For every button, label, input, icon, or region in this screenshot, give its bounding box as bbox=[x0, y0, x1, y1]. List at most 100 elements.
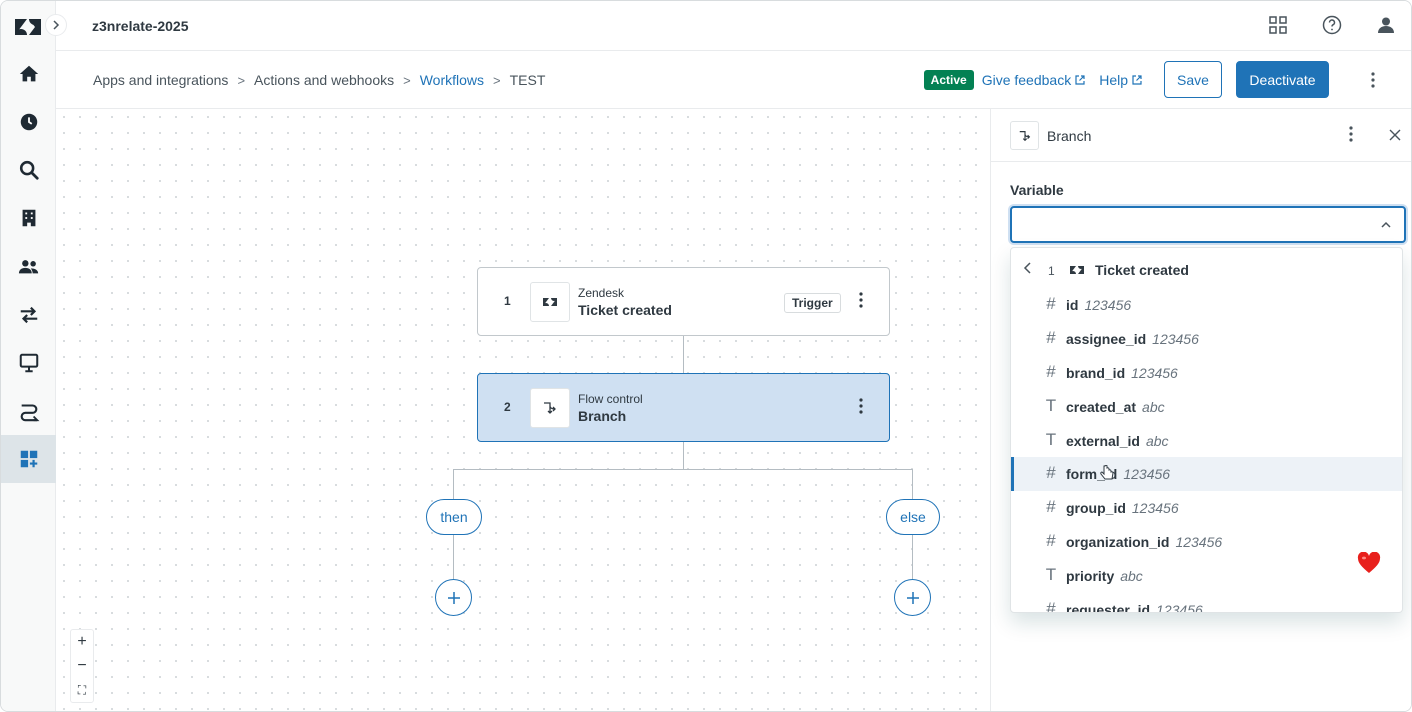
variable-label: Variable bbox=[1010, 182, 1064, 198]
variable-option-form-id[interactable]: # form_id 123456 bbox=[1011, 457, 1402, 491]
variable-select[interactable] bbox=[1010, 206, 1406, 243]
variable-dropdown-menu: 1 Ticket created # id 123456 # assignee_i… bbox=[1010, 247, 1403, 613]
option-example: abc bbox=[1145, 433, 1169, 449]
branch-icon bbox=[530, 388, 570, 428]
give-feedback-link[interactable]: Give feedback bbox=[982, 72, 1086, 88]
user-avatar-icon[interactable] bbox=[1375, 14, 1397, 36]
branch-then-label[interactable]: then bbox=[426, 499, 482, 535]
zendesk-icon bbox=[530, 282, 570, 322]
top-header: z3nrelate-2025 bbox=[56, 1, 1411, 51]
zoom-in-button[interactable]: + bbox=[71, 630, 93, 654]
option-example: 123456 bbox=[1156, 602, 1203, 613]
variable-option-priority[interactable]: T priority abc bbox=[1011, 559, 1402, 593]
breadcrumb-apps-integrations[interactable]: Apps and integrations bbox=[93, 72, 228, 88]
option-example: 123456 bbox=[1175, 534, 1223, 550]
variable-option-id[interactable]: # id 123456 bbox=[1011, 288, 1402, 322]
left-nav bbox=[1, 1, 56, 711]
option-name: assignee_id bbox=[1066, 331, 1147, 347]
users-icon bbox=[18, 260, 38, 274]
workflow-canvas[interactable]: 1 Zendesk Ticket created Trigger 2 Flow … bbox=[56, 109, 990, 711]
help-icon[interactable] bbox=[1321, 14, 1343, 36]
option-name: group_id bbox=[1066, 500, 1126, 516]
nav-workspaces[interactable] bbox=[1, 339, 56, 387]
nav-search[interactable] bbox=[1, 146, 56, 194]
kebab-icon bbox=[1371, 71, 1375, 88]
number-type-icon: # bbox=[1046, 497, 1056, 516]
step-options-button[interactable] bbox=[859, 292, 863, 311]
routing-icon bbox=[20, 404, 39, 422]
breadcrumb-workflows[interactable]: Workflows bbox=[420, 72, 484, 88]
workflow-step-2[interactable]: 2 Flow control Branch bbox=[477, 373, 890, 442]
product-tray-icon[interactable] bbox=[1267, 14, 1289, 36]
option-example: 123456 bbox=[1084, 297, 1132, 313]
expand-nav-button[interactable] bbox=[45, 14, 67, 36]
nav-routing[interactable] bbox=[1, 387, 56, 435]
variable-option-created-at[interactable]: T created_at abc bbox=[1011, 390, 1402, 424]
nav-integrations[interactable] bbox=[1, 291, 56, 339]
heart-icon bbox=[1357, 552, 1381, 573]
variable-option-requester-id[interactable]: # requester_id 123456 bbox=[1011, 593, 1402, 613]
variable-option-external-id[interactable]: T external_id abc bbox=[1011, 424, 1402, 458]
panel-close-button[interactable] bbox=[1389, 128, 1401, 144]
connector-line bbox=[683, 442, 684, 469]
fit-view-button[interactable]: ⛶ bbox=[71, 678, 93, 702]
option-name: organization_id bbox=[1066, 534, 1170, 550]
variable-option-group-id[interactable]: # group_id 123456 bbox=[1011, 491, 1402, 525]
breadcrumb-separator: > bbox=[403, 72, 411, 88]
option-name: requester_id bbox=[1066, 602, 1151, 613]
option-name: id bbox=[1066, 297, 1079, 313]
branch-icon bbox=[1010, 121, 1039, 150]
number-type-icon: # bbox=[1046, 599, 1056, 613]
chevron-left-icon[interactable] bbox=[1023, 262, 1033, 274]
variable-option-brand-id[interactable]: # brand_id 123456 bbox=[1011, 356, 1402, 390]
home-icon bbox=[19, 65, 38, 82]
save-button[interactable]: Save bbox=[1164, 61, 1222, 98]
number-type-icon: # bbox=[1046, 294, 1056, 313]
text-type-icon: T bbox=[1045, 565, 1057, 584]
add-step-else-button[interactable] bbox=[894, 579, 931, 616]
zoom-out-button[interactable]: − bbox=[71, 654, 93, 678]
text-type-icon: T bbox=[1045, 430, 1057, 449]
plus-icon bbox=[447, 591, 460, 604]
chevron-right-icon bbox=[53, 20, 60, 30]
variable-option-organization-id[interactable]: # organization_id 123456 bbox=[1011, 525, 1402, 559]
nav-apps[interactable] bbox=[1, 435, 56, 483]
connector-line bbox=[453, 469, 454, 499]
option-name: brand_id bbox=[1066, 365, 1126, 381]
close-icon bbox=[1389, 129, 1401, 141]
step-number: 1 bbox=[504, 294, 511, 308]
panel-options-button[interactable] bbox=[1349, 126, 1353, 145]
branch-connector bbox=[453, 469, 913, 470]
dropdown-group-header[interactable]: 1 Ticket created bbox=[1011, 248, 1402, 292]
step-options-button[interactable] bbox=[859, 398, 863, 417]
connector-line bbox=[912, 535, 913, 579]
hand-cursor-icon bbox=[1100, 465, 1114, 480]
deactivate-button[interactable]: Deactivate bbox=[1236, 61, 1329, 98]
add-step-then-button[interactable] bbox=[435, 579, 472, 616]
variable-option-assignee-id[interactable]: # assignee_id 123456 bbox=[1011, 322, 1402, 356]
branch-else-label[interactable]: else bbox=[886, 499, 940, 535]
arrows-exchange-icon bbox=[20, 306, 37, 324]
breadcrumb-separator: > bbox=[493, 72, 501, 88]
option-example: 123456 bbox=[1152, 331, 1199, 347]
help-link[interactable]: Help bbox=[1099, 72, 1142, 88]
zendesk-logo[interactable] bbox=[13, 13, 43, 41]
kebab-icon bbox=[859, 398, 863, 414]
nav-views[interactable] bbox=[1, 98, 56, 146]
nav-customers[interactable] bbox=[1, 243, 56, 291]
search-icon bbox=[19, 160, 39, 180]
workflow-step-1[interactable]: 1 Zendesk Ticket created Trigger bbox=[477, 267, 890, 336]
more-options-button[interactable] bbox=[1363, 71, 1383, 88]
connector-line bbox=[453, 535, 454, 579]
breadcrumb-actions-webhooks[interactable]: Actions and webhooks bbox=[254, 72, 394, 88]
text-type-icon: T bbox=[1045, 396, 1057, 415]
nav-organizations[interactable] bbox=[1, 194, 56, 242]
kebab-icon bbox=[1349, 126, 1353, 142]
option-example: abc bbox=[1142, 399, 1165, 415]
step-title: Ticket created bbox=[578, 302, 672, 318]
give-feedback-label: Give feedback bbox=[981, 71, 1072, 88]
nav-home[interactable] bbox=[1, 50, 56, 98]
number-type-icon: # bbox=[1046, 531, 1056, 550]
app-window: z3nrelate-2025 Apps and integrations > A… bbox=[0, 0, 1412, 712]
option-example: abc bbox=[1120, 568, 1143, 584]
